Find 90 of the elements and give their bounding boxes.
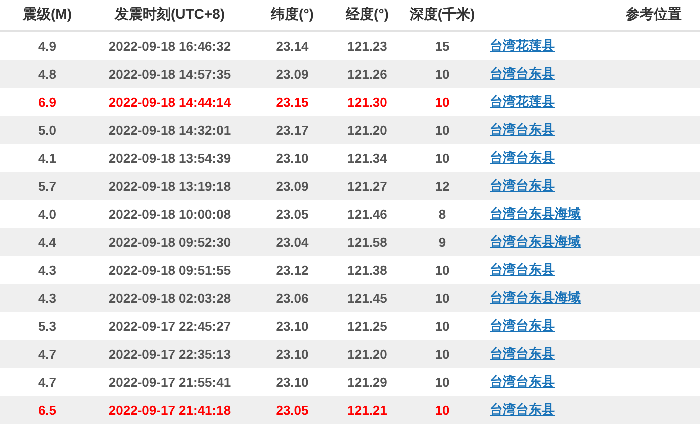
table-cell: 2022-09-18 09:51:55	[108, 262, 232, 278]
table-cell: 6.5	[38, 402, 57, 418]
location-link[interactable]: 台湾台东县	[490, 177, 555, 195]
table-cell: 2022-09-18 14:44:14	[108, 94, 232, 110]
table-cell: 12	[435, 178, 450, 194]
table-cell: 121.21	[348, 402, 388, 418]
table-cell: 4.3	[38, 262, 57, 278]
table-cell: 121.27	[348, 178, 388, 194]
table-cell: 121.20	[348, 346, 388, 362]
table-cell: 10	[435, 66, 450, 82]
table-cell: 4.7	[38, 374, 57, 390]
location-link[interactable]: 台湾台东县海域	[490, 289, 581, 307]
table-cell: 121.46	[348, 206, 388, 222]
table-cell: 4.3	[38, 290, 57, 306]
location-link[interactable]: 台湾台东县	[490, 401, 555, 419]
table-cell: 121.34	[348, 150, 388, 166]
location-link[interactable]: 台湾台东县	[490, 317, 555, 335]
table-cell: 23.05	[276, 402, 309, 418]
table-cell: 121.25	[348, 318, 388, 334]
table-cell: 23.04	[276, 234, 309, 250]
column-header: 参考位置	[625, 6, 683, 24]
table-cell: 23.10	[276, 346, 309, 362]
table-cell: 4.0	[38, 206, 57, 222]
table-cell: 2022-09-18 13:19:18	[108, 178, 232, 194]
column-header: 纬度(°)	[270, 6, 315, 24]
table-cell: 9	[438, 234, 446, 250]
table-cell: 4.9	[38, 38, 57, 54]
location-link[interactable]: 台湾花莲县	[490, 37, 555, 55]
table-cell: 10	[435, 94, 450, 110]
table-cell: 23.06	[276, 290, 309, 306]
table-cell: 23.10	[276, 374, 309, 390]
table-cell: 23.09	[276, 66, 309, 82]
table-cell: 2022-09-18 14:57:35	[108, 66, 232, 82]
location-link[interactable]: 台湾台东县	[490, 149, 555, 167]
table-cell: 8	[438, 206, 446, 222]
table-cell: 10	[435, 290, 450, 306]
table-cell: 10	[435, 122, 450, 138]
column-header: 经度(°)	[344, 6, 390, 24]
location-link[interactable]: 台湾花莲县	[490, 93, 555, 111]
table-cell: 4.7	[38, 346, 57, 362]
table-cell: 121.20	[348, 122, 388, 138]
table-cell: 2022-09-17 22:35:13	[108, 346, 232, 362]
table-cell: 6.9	[38, 94, 57, 110]
table-cell: 10	[435, 318, 450, 334]
table-cell: 2022-09-18 09:52:30	[108, 234, 232, 250]
location-link[interactable]: 台湾台东县	[490, 261, 555, 279]
table-cell: 121.58	[348, 234, 388, 250]
table-cell: 23.12	[276, 262, 309, 278]
table-cell: 23.14	[276, 38, 309, 54]
table-cell: 2022-09-17 21:55:41	[108, 374, 232, 390]
table-cell: 2022-09-17 22:45:27	[108, 318, 232, 334]
table-cell: 4.4	[38, 234, 57, 250]
table-cell: 10	[435, 374, 450, 390]
column-header: 深度(千米)	[408, 6, 476, 24]
table-cell: 121.29	[348, 374, 388, 390]
table-cell: 5.3	[38, 318, 57, 334]
table-cell: 121.30	[348, 94, 388, 110]
table-cell: 2022-09-18 13:54:39	[108, 150, 232, 166]
table-cell: 121.38	[348, 262, 388, 278]
location-link[interactable]: 台湾台东县	[490, 373, 555, 391]
table-cell: 10	[435, 402, 450, 418]
table-cell: 23.10	[276, 318, 309, 334]
table-cell: 4.8	[38, 66, 57, 82]
table-cell: 2022-09-18 16:46:32	[108, 38, 232, 54]
table-cell: 4.1	[38, 150, 57, 166]
table-cell: 23.09	[276, 178, 309, 194]
location-link[interactable]: 台湾台东县海域	[490, 233, 581, 251]
location-link[interactable]: 台湾台东县	[490, 65, 555, 83]
table-cell: 2022-09-18 14:32:01	[108, 122, 232, 138]
table-cell: 23.15	[276, 94, 309, 110]
column-header: 发震时刻(UTC+8)	[114, 6, 226, 24]
table-cell: 10	[435, 150, 450, 166]
table-cell: 2022-09-17 21:41:18	[108, 402, 232, 418]
column-header: 震级(M)	[22, 6, 73, 24]
table-cell: 15	[435, 38, 450, 54]
table-cell: 10	[435, 262, 450, 278]
table-cell: 2022-09-18 02:03:28	[108, 290, 232, 306]
table-cell: 5.0	[38, 122, 57, 138]
table-cell: 23.05	[276, 206, 309, 222]
location-link[interactable]: 台湾台东县	[490, 121, 555, 139]
table-cell: 121.45	[348, 290, 388, 306]
table-cell: 23.17	[276, 122, 309, 138]
table-cell: 121.26	[348, 66, 388, 82]
table-cell: 121.23	[348, 38, 388, 54]
location-link[interactable]: 台湾台东县	[490, 345, 555, 363]
table-cell: 2022-09-18 10:00:08	[108, 206, 232, 222]
location-link[interactable]: 台湾台东县海域	[490, 205, 581, 223]
table-cell: 23.10	[276, 150, 309, 166]
table-cell: 5.7	[38, 178, 57, 194]
table-cell: 10	[435, 346, 450, 362]
